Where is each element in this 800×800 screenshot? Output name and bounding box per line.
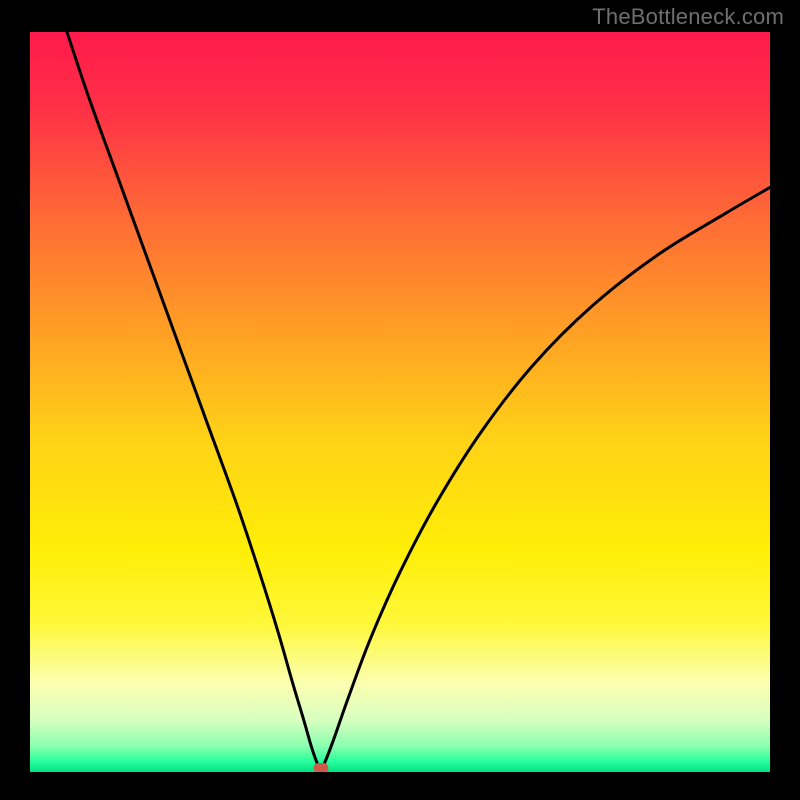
plot-area bbox=[30, 32, 770, 772]
chart-frame: TheBottleneck.com bbox=[0, 0, 800, 800]
curve-layer bbox=[30, 32, 770, 772]
watermark-text: TheBottleneck.com bbox=[592, 4, 784, 30]
bottleneck-curve bbox=[67, 32, 770, 771]
optimal-point-marker bbox=[313, 763, 328, 772]
